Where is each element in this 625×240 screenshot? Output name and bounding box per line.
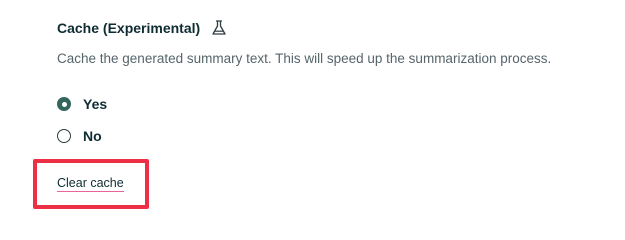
- radio-option-yes[interactable]: Yes: [57, 96, 107, 112]
- radio-label-yes: Yes: [83, 96, 108, 112]
- setting-description: Cache the generated summary text. This w…: [57, 51, 552, 66]
- radio-label-no: No: [83, 128, 102, 144]
- radio-option-no[interactable]: No: [57, 128, 102, 144]
- setting-title-text: Cache (Experimental): [57, 20, 201, 36]
- setting-title: Cache (Experimental): [57, 19, 228, 37]
- radio-button-selected[interactable]: [57, 97, 71, 111]
- flask-icon: [210, 19, 228, 37]
- radio-button-unselected[interactable]: [57, 129, 71, 143]
- clear-cache-link[interactable]: Clear cache: [57, 176, 124, 192]
